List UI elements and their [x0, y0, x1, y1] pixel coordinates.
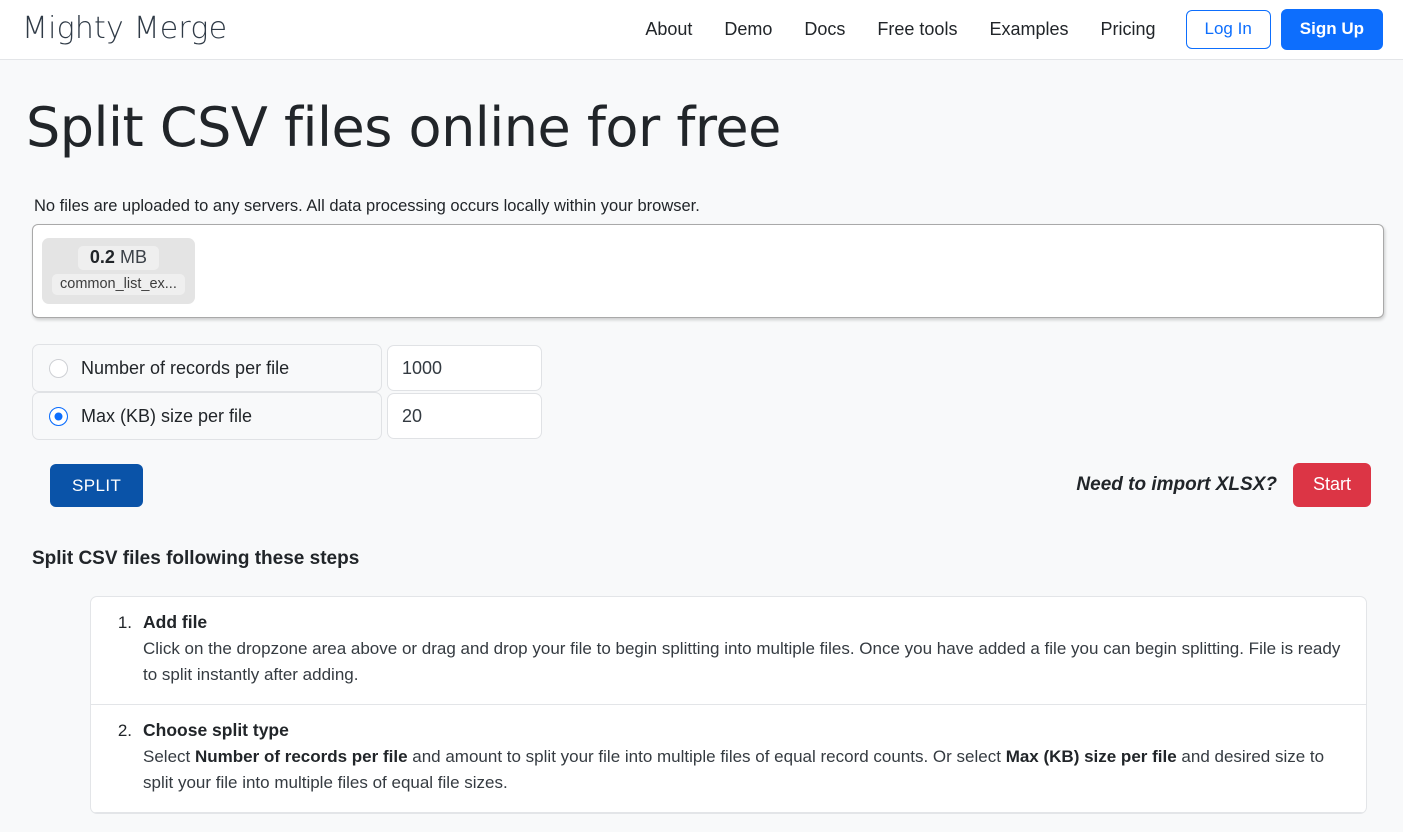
site-header: Mighty Merge About Demo Docs Free tools … [0, 0, 1403, 60]
file-size: 0.2 MB [77, 246, 159, 271]
option-row-maxsize[interactable]: Max (KB) size per file [32, 392, 382, 441]
step-item-1: 1. Add file Click on the dropzone area a… [91, 597, 1366, 706]
file-name: common_list_ex... [52, 274, 185, 296]
main-nav: About Demo Docs Free tools Examples Pric… [629, 9, 1383, 50]
file-size-unit: MB [119, 247, 147, 268]
radio-records-icon[interactable] [49, 358, 68, 378]
option-label-records: Number of records per file [81, 357, 290, 378]
nav-item-pricing[interactable]: Pricing [1084, 13, 1171, 46]
xlsx-start-button[interactable]: Start [1292, 463, 1371, 508]
nav-item-about[interactable]: About [629, 13, 708, 46]
nav-item-demo[interactable]: Demo [708, 13, 788, 46]
nav-item-examples[interactable]: Examples [973, 13, 1084, 46]
page-content: Split CSV files online for free No files… [0, 96, 1403, 815]
steps-title: Split CSV files following these steps [32, 548, 360, 570]
option-row-records[interactable]: Number of records per file [32, 344, 382, 393]
split-options: Number of records per file Max (KB) size… [32, 344, 1385, 441]
xlsx-cta: Need to import XLSX? Start [1076, 463, 1371, 508]
radio-maxsize-icon[interactable] [49, 406, 68, 426]
step2-text-b: Number of records per file [194, 747, 408, 767]
sign-up-button[interactable]: Sign Up [1280, 9, 1383, 50]
nav-item-docs[interactable]: Docs [788, 13, 861, 46]
file-size-value: 0.2 [89, 247, 115, 268]
option-label-maxsize: Max (KB) size per file [81, 405, 253, 426]
step-number-2: 2. [117, 721, 132, 741]
file-chip[interactable]: 0.2 MB common_list_ex... [42, 238, 195, 305]
step2-text-d: Max (KB) size per file [1005, 747, 1177, 767]
action-row: SPLIT Need to import XLSX? Start [32, 462, 1371, 508]
nav-item-free-tools[interactable]: Free tools [861, 13, 973, 46]
xlsx-cta-text: Need to import XLSX? [1076, 474, 1277, 496]
step2-text-a: Select [143, 747, 195, 767]
records-per-file-input[interactable] [387, 345, 542, 392]
steps-card: 1. Add file Click on the dropzone area a… [90, 596, 1367, 815]
split-button[interactable]: SPLIT [50, 463, 144, 507]
step-number-1: 1. [117, 613, 132, 633]
step-text-1: Click on the dropzone area above or drag… [143, 639, 1341, 685]
page-title: Split CSV files online for free [26, 96, 781, 159]
privacy-note: No files are uploaded to any servers. Al… [34, 197, 700, 216]
step-text-2: Select Number of records per file and am… [143, 744, 1344, 796]
step-item-2: 2. Choose split type Select Number of re… [91, 705, 1366, 814]
log-in-button[interactable]: Log In [1185, 10, 1271, 49]
step-heading-2: Choose split type [143, 720, 289, 741]
file-dropzone[interactable]: 0.2 MB common_list_ex... [32, 224, 1384, 319]
step-heading-1: Add file [143, 612, 208, 633]
brand-logo[interactable]: Mighty Merge [22, 13, 227, 44]
step2-text-c: and amount to split your file into multi… [407, 747, 1006, 767]
max-size-input[interactable] [387, 393, 542, 440]
